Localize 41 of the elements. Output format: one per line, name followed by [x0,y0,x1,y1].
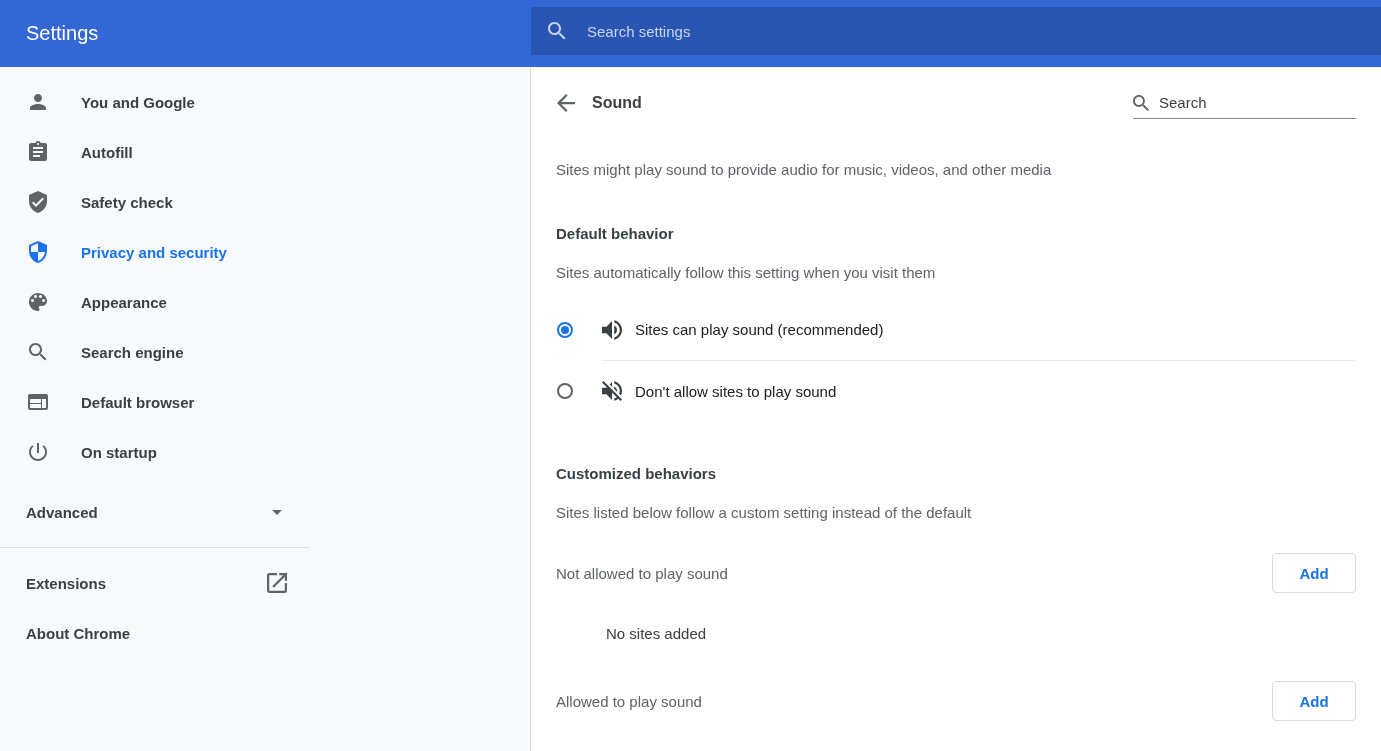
section-title: Customized behaviors [556,465,718,482]
search-box[interactable]: Search [1133,87,1356,119]
option-label: Sites can play sound (recommended) [635,321,884,338]
section-subtitle: Sites automatically follow this setting when you visit them [556,264,937,281]
search-icon [1133,94,1149,111]
external-link-icon [267,573,287,593]
sidebar-item[interactable]: Search engine [0,327,530,377]
list-label: Allowed to play sound [556,692,702,710]
back-arrow-icon[interactable] [557,94,575,112]
radio-button[interactable] [557,321,573,338]
sidebar-item[interactable]: Appearance [0,277,530,327]
sidebar-item[interactable]: On startup [0,427,530,477]
caret-icon [272,509,282,515]
speaker-muted-icon [602,381,622,401]
sidebar-item[interactable]: Default browser [0,377,530,427]
sidebar-item[interactable]: Safety check [0,177,530,227]
advanced-toggle[interactable]: Advanced [0,487,309,537]
search-settings-field[interactable]: Search settings [585,21,1381,41]
list-label: Not allowed to play sound [556,564,728,582]
option-label: Don't allow sites to play sound [635,382,837,400]
shield-check-icon [26,190,50,214]
sidebar-item[interactable]: Autofill [0,127,530,177]
search-bar[interactable]: Search settings [531,7,1381,55]
add-button[interactable]: Add [1272,553,1356,593]
clipboard-icon [26,140,50,164]
palette-icon [26,290,50,314]
speaker-icon [602,319,622,340]
description-text: Sites might play sound to provide audio for music, videos, and other media [556,161,1053,178]
app-title: Settings [26,22,99,44]
sidebar-link[interactable]: About Chrome [0,608,309,658]
section-subtitle: Sites listed below follow a custom setting instead of the default [556,504,973,521]
sidebar-item[interactable]: You and Google [0,77,530,127]
add-button[interactable]: Add [1272,681,1356,721]
sidebar-link[interactable]: Extensions [0,558,309,608]
page-title: Sound [592,94,643,112]
empty-list-text: No sites added [605,625,708,642]
shield-icon [26,240,50,264]
sidebar-item[interactable]: Privacy and security [0,227,530,277]
power-icon [26,440,50,464]
section-title: Default behavior [556,225,675,242]
radio-button[interactable] [557,382,573,399]
